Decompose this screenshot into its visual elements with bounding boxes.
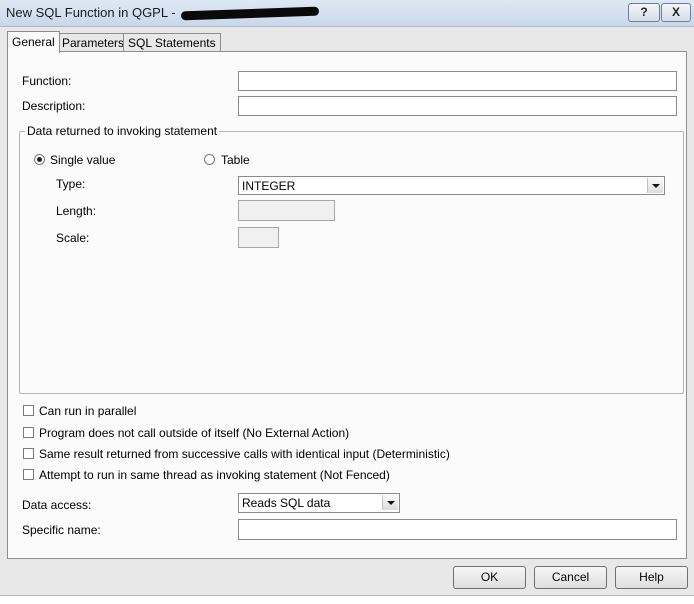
help-button[interactable]: Help	[615, 566, 688, 589]
table-label[interactable]: Table	[221, 153, 250, 167]
background-window-edge	[0, 595, 694, 604]
specific-name-input[interactable]	[238, 519, 677, 540]
new-sql-function-dialog: New SQL Function in QGPL - ? X General P…	[0, 0, 694, 604]
data-returned-group-title: Data returned to invoking statement	[25, 124, 220, 138]
parallel-label[interactable]: Can run in parallel	[39, 404, 136, 418]
deterministic-label[interactable]: Same result returned from successive cal…	[39, 447, 450, 461]
no-external-action-label[interactable]: Program does not call outside of itself …	[39, 426, 349, 440]
data-access-select-value: Reads SQL data	[242, 496, 331, 510]
function-label: Function:	[22, 74, 72, 88]
single-value-radio[interactable]	[34, 154, 45, 165]
window-title-text: New SQL Function in QGPL -	[6, 5, 180, 20]
close-button[interactable]: X	[661, 3, 691, 22]
cancel-button[interactable]: Cancel	[534, 566, 607, 589]
description-input[interactable]	[238, 96, 677, 116]
type-select-value: INTEGER	[242, 179, 296, 193]
redacted-host-mark	[181, 6, 320, 21]
data-access-label: Data access:	[22, 498, 92, 512]
data-access-select[interactable]: Reads SQL data	[238, 493, 400, 513]
not-fenced-checkbox[interactable]	[23, 469, 34, 480]
ok-button[interactable]: OK	[453, 566, 526, 589]
length-label: Length:	[56, 204, 97, 218]
tab-parameters[interactable]: Parameters	[57, 33, 130, 52]
data-returned-group: Data returned to invoking statement Sing…	[19, 124, 684, 394]
chevron-down-icon[interactable]	[382, 495, 398, 510]
type-select[interactable]: INTEGER	[238, 176, 665, 195]
table-radio[interactable]	[204, 154, 215, 165]
specific-name-label: Specific name:	[22, 523, 101, 537]
tab-sql-statements[interactable]: SQL Statements	[123, 33, 221, 52]
scale-input	[238, 227, 279, 248]
title-bar[interactable]: New SQL Function in QGPL - ? X	[0, 0, 694, 27]
length-input	[238, 200, 335, 221]
chevron-down-icon[interactable]	[647, 178, 663, 193]
function-input[interactable]	[238, 71, 677, 91]
general-tab-panel: Function: Description: Data returned to …	[7, 51, 687, 559]
single-value-label[interactable]: Single value	[50, 153, 115, 167]
no-external-action-checkbox[interactable]	[23, 427, 34, 438]
title-help-button[interactable]: ?	[628, 3, 660, 22]
description-label: Description:	[22, 99, 86, 113]
parallel-checkbox[interactable]	[23, 405, 34, 416]
scale-label: Scale:	[56, 231, 90, 245]
deterministic-checkbox[interactable]	[23, 448, 34, 459]
tab-general[interactable]: General	[7, 31, 60, 53]
window-title: New SQL Function in QGPL -	[6, 5, 320, 21]
not-fenced-label[interactable]: Attempt to run in same thread as invokin…	[39, 468, 390, 482]
type-label: Type:	[56, 177, 86, 191]
